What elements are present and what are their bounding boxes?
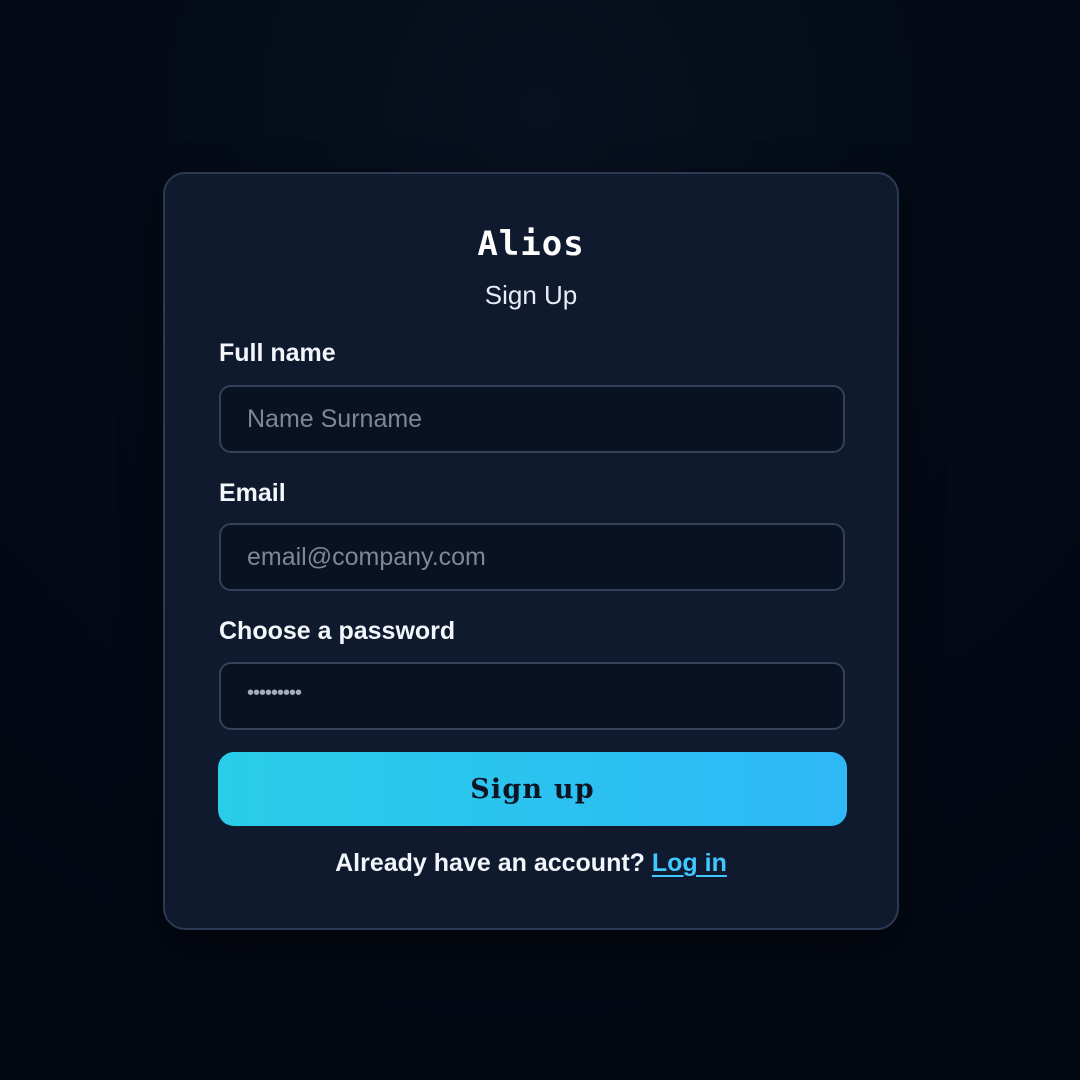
email-label: Email: [219, 479, 286, 507]
sign-up-button[interactable]: Sign up: [218, 752, 847, 826]
brand-title: Alios: [477, 224, 585, 264]
login-link[interactable]: Log in: [652, 849, 727, 877]
email-input[interactable]: [221, 525, 843, 589]
login-prompt-text: Already have an account?: [335, 849, 645, 877]
password-field-wrap: •••••••••: [219, 662, 845, 730]
page-subtitle: Sign Up: [484, 280, 578, 310]
password-label: Choose a password: [219, 617, 456, 645]
full-name-field-wrap: [219, 385, 845, 453]
full-name-label: Full name: [219, 339, 336, 367]
email-field-wrap: [219, 523, 845, 591]
password-input[interactable]: [221, 664, 843, 728]
login-prompt: Already have an account? Log in: [165, 849, 897, 878]
full-name-input[interactable]: [221, 387, 843, 451]
signup-card: Alios Sign Up Full name Email Choose a p…: [163, 172, 899, 930]
